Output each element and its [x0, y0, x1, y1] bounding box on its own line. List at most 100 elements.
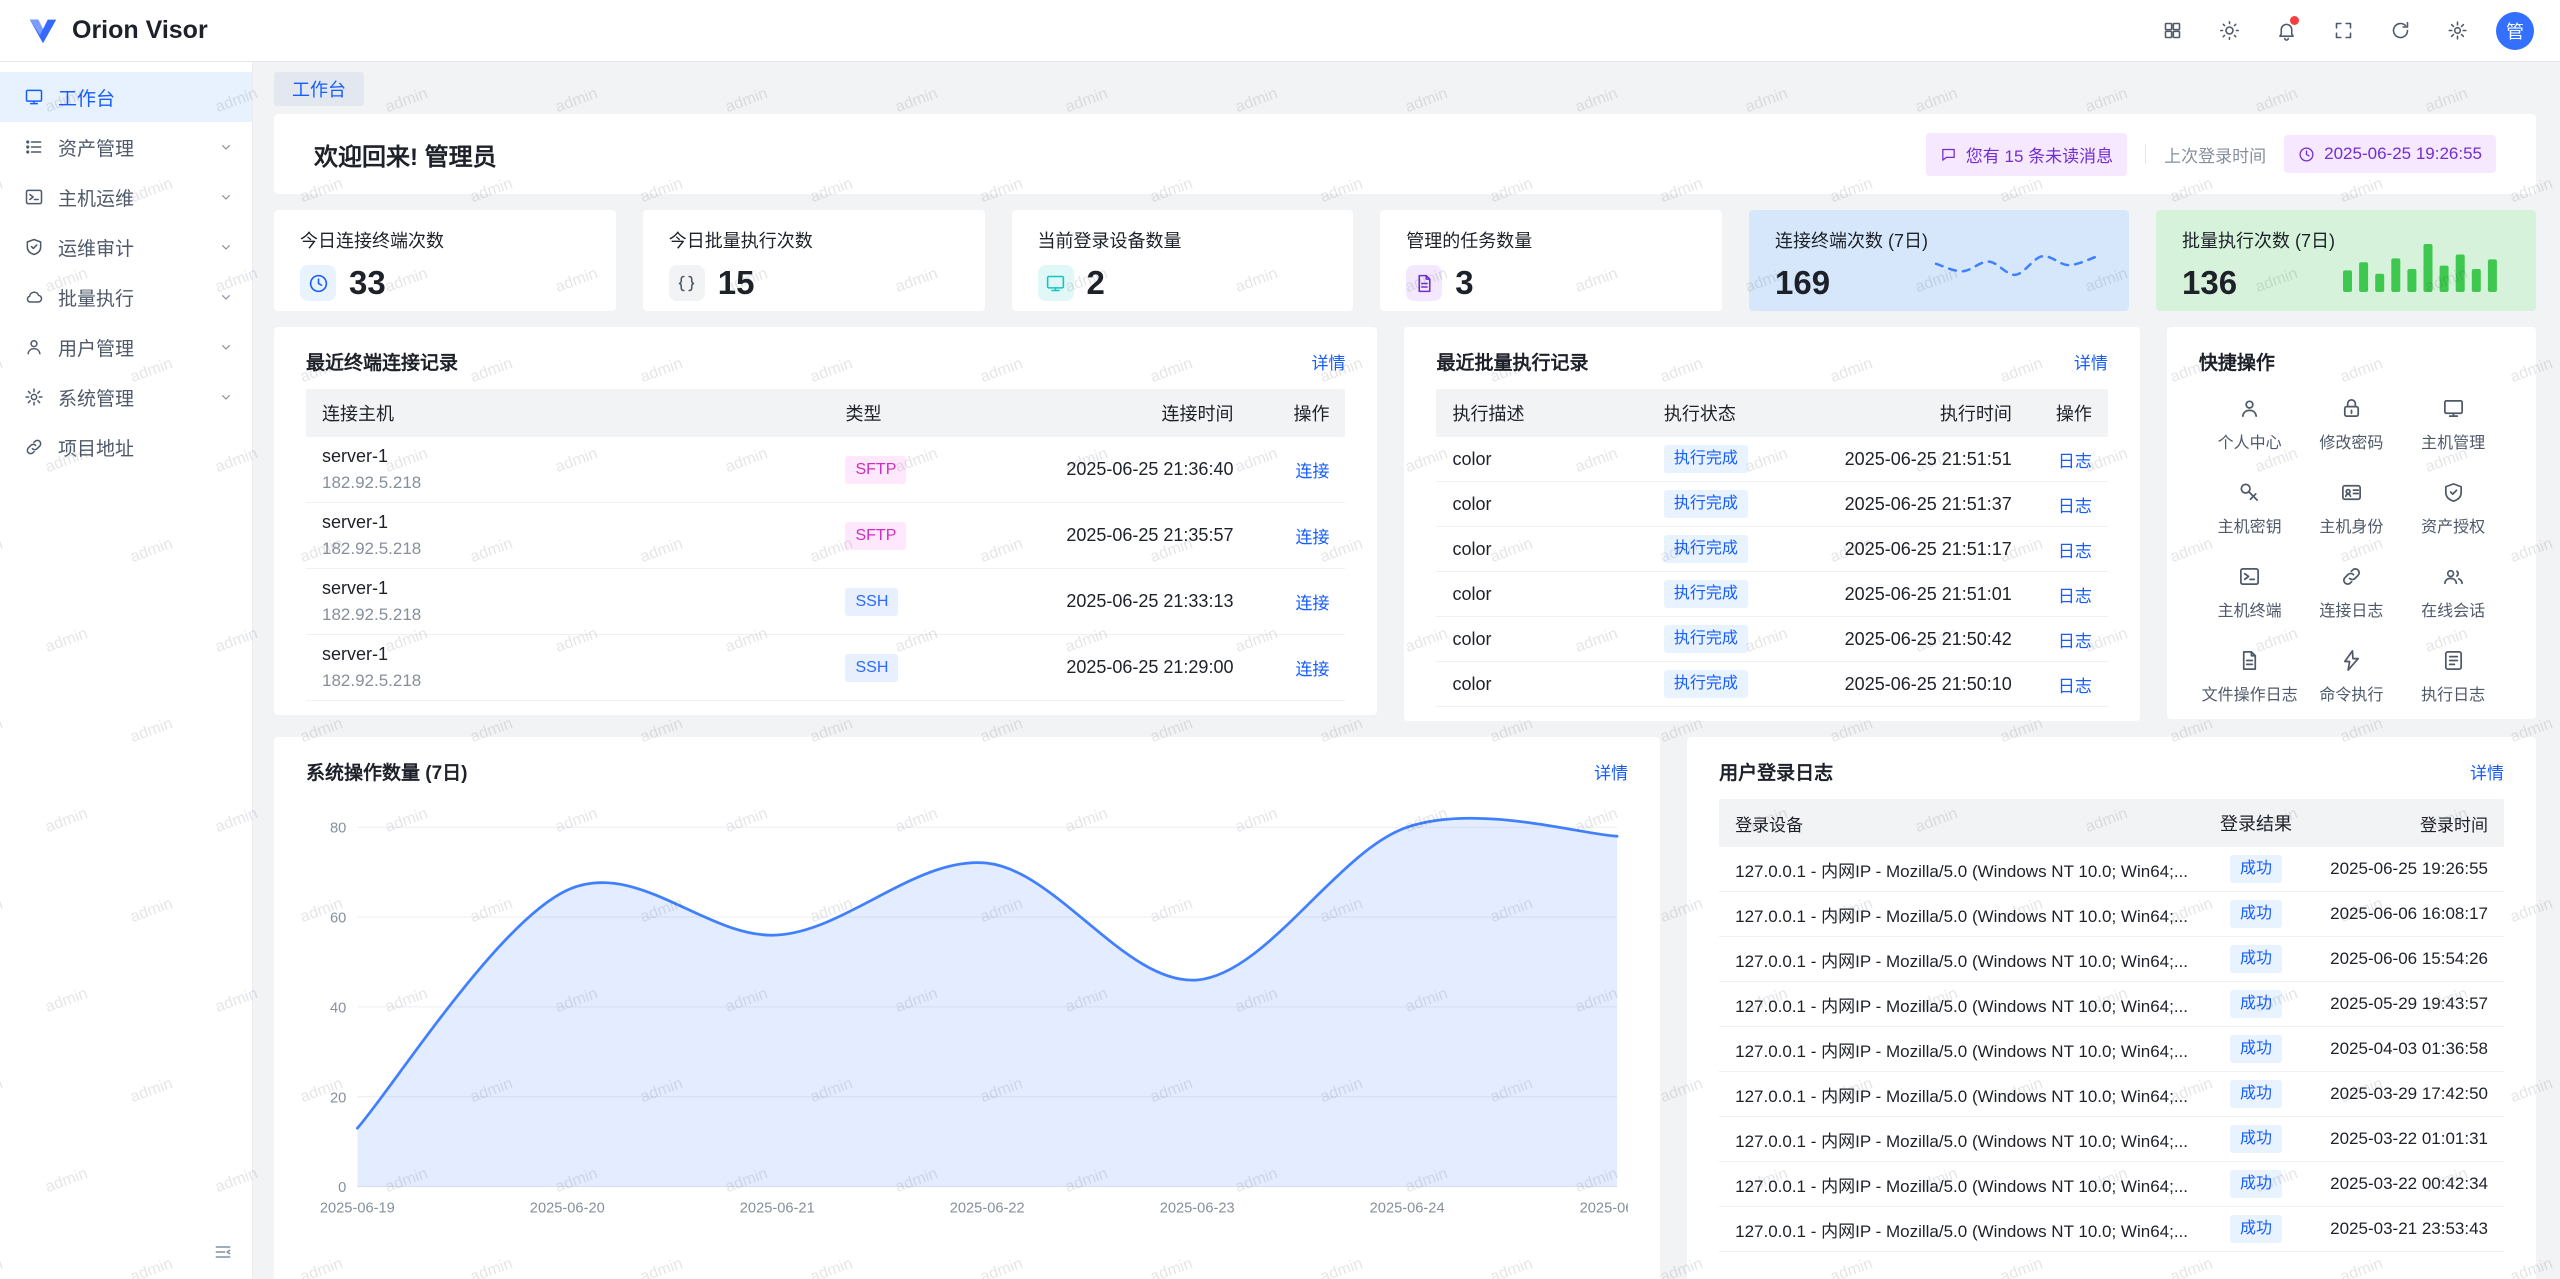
- quick-action-icon: [2238, 565, 2261, 588]
- sidebar-item-icon: [24, 437, 44, 457]
- operations-chart-detail-link[interactable]: 详情: [1594, 759, 1628, 784]
- terminal-7d-sparkline: [1928, 236, 2103, 294]
- svg-text:2025-06-24: 2025-06-24: [1370, 1200, 1445, 1216]
- app-title: Orion Visor: [72, 16, 208, 45]
- host-ip: 182.92.5.218: [322, 538, 813, 560]
- quick-action-label: 主机密钥: [2218, 513, 2282, 537]
- quick-actions-grid: 个人中心 修改密码 主机管理: [2199, 397, 2504, 705]
- stat-label: 管理的任务数量: [1406, 227, 1696, 253]
- last-login-label: 上次登录时间: [2164, 142, 2266, 167]
- exec-time: 2025-06-25 21:51:01: [1798, 584, 2028, 605]
- sidebar-item-icon: [24, 187, 44, 207]
- sidebar-item[interactable]: 工作台: [0, 72, 252, 122]
- connect-link[interactable]: 连接: [1295, 655, 1329, 680]
- notifications-button[interactable]: [2268, 13, 2304, 49]
- login-result-badge: 成功: [2230, 945, 2282, 973]
- log-link[interactable]: 日志: [2058, 447, 2092, 472]
- log-link[interactable]: 日志: [2058, 582, 2092, 607]
- quick-action-item[interactable]: 主机身份: [2301, 481, 2403, 537]
- terminal-records-detail-link[interactable]: 详情: [1311, 349, 1345, 374]
- login-logs-title: 用户登录日志: [1719, 758, 1833, 785]
- sidebar-item[interactable]: 用户管理: [0, 322, 252, 372]
- stat-card-terminal-today: 今日连接终端次数 33: [274, 210, 616, 311]
- batch-records-table: 执行描述 执行状态 执行时间 操作 color 执行完成 2025-06-25 …: [1436, 389, 2107, 707]
- login-logs-card: 用户登录日志 详情 登录设备 登录结果 登录时间 127.0.0.1 - 内网I…: [1687, 737, 2536, 1279]
- svg-text:20: 20: [330, 1090, 346, 1106]
- quick-action-item[interactable]: 主机管理: [2402, 397, 2504, 453]
- sidebar-item[interactable]: 运维审计: [0, 222, 252, 272]
- connect-link[interactable]: 连接: [1295, 457, 1329, 482]
- settings-button[interactable]: [2439, 13, 2475, 49]
- batch-records-detail-link[interactable]: 详情: [2074, 349, 2108, 374]
- quick-action-item[interactable]: 在线会话: [2402, 565, 2504, 621]
- exec-description: color: [1436, 449, 1647, 470]
- quick-action-label: 主机管理: [2421, 429, 2485, 453]
- sidebar-item[interactable]: 资产管理: [0, 122, 252, 172]
- terminal-records-card: 最近终端连接记录 详情 连接主机 类型 连接时间 操作: [274, 327, 1377, 715]
- quick-action-item[interactable]: 主机终端: [2199, 565, 2301, 621]
- log-link[interactable]: 日志: [2058, 492, 2092, 517]
- batch-record-row: color 执行完成 2025-06-25 21:51:17 日志: [1436, 527, 2107, 572]
- login-result-badge: 成功: [2230, 1215, 2282, 1243]
- refresh-button[interactable]: [2382, 13, 2418, 49]
- login-time: 2025-03-22 01:01:31: [2308, 1129, 2504, 1149]
- sidebar-item[interactable]: 项目地址: [0, 422, 252, 472]
- gear-icon: [2447, 20, 2468, 41]
- quick-action-icon: [2238, 649, 2261, 672]
- sidebar-item[interactable]: 批量执行: [0, 272, 252, 322]
- host-ip: 182.92.5.218: [322, 472, 813, 494]
- stat-label: 今日批量执行次数: [669, 227, 959, 253]
- quick-action-item[interactable]: 个人中心: [2199, 397, 2301, 453]
- login-time: 2025-06-25 19:26:55: [2308, 859, 2504, 879]
- collapse-menu-icon: [213, 1242, 233, 1262]
- quick-action-item[interactable]: 主机密钥: [2199, 481, 2301, 537]
- host-name: server-1: [322, 511, 813, 534]
- tab-workbench[interactable]: 工作台: [274, 72, 364, 106]
- log-link[interactable]: 日志: [2058, 672, 2092, 697]
- sidebar-collapse-button[interactable]: [208, 1237, 238, 1267]
- quick-action-item[interactable]: 修改密码: [2301, 397, 2403, 453]
- quick-action-label: 执行日志: [2421, 681, 2485, 705]
- connect-link[interactable]: 连接: [1295, 523, 1329, 548]
- quick-action-icon: [2442, 565, 2465, 588]
- login-device: 127.0.0.1 - 内网IP - Mozilla/5.0 (Windows …: [1719, 1082, 2204, 1107]
- exec-status-badge: 执行完成: [1664, 580, 1748, 608]
- theme-toggle-button[interactable]: [2211, 13, 2247, 49]
- log-link[interactable]: 日志: [2058, 627, 2092, 652]
- quick-action-label: 文件操作日志: [2202, 681, 2298, 705]
- user-avatar[interactable]: 管: [2496, 12, 2534, 50]
- apps-button[interactable]: [2154, 13, 2190, 49]
- sidebar-item[interactable]: 主机运维: [0, 172, 252, 222]
- login-device: 127.0.0.1 - 内网IP - Mozilla/5.0 (Windows …: [1719, 1217, 2204, 1242]
- chevron-down-icon: [218, 239, 234, 255]
- login-device: 127.0.0.1 - 内网IP - Mozilla/5.0 (Windows …: [1719, 857, 2204, 882]
- login-log-row: 127.0.0.1 - 内网IP - Mozilla/5.0 (Windows …: [1719, 982, 2504, 1027]
- login-time: 2025-05-29 19:43:57: [2308, 994, 2504, 1014]
- login-time: 2025-03-29 17:42:50: [2308, 1084, 2504, 1104]
- quick-action-item[interactable]: 连接日志: [2301, 565, 2403, 621]
- refresh-icon: [2390, 20, 2411, 41]
- sidebar-item-label: 运维审计: [58, 234, 134, 261]
- stat-card-batch-today: 今日批量执行次数 15: [643, 210, 985, 311]
- fullscreen-button[interactable]: [2325, 13, 2361, 49]
- quick-action-item[interactable]: 命令执行: [2301, 649, 2403, 705]
- sidebar-item-label: 资产管理: [58, 134, 134, 161]
- connect-link[interactable]: 连接: [1295, 589, 1329, 614]
- batch-record-row: color 执行完成 2025-06-25 21:50:10 日志: [1436, 662, 2107, 707]
- svg-text:2025-06-20: 2025-06-20: [530, 1200, 605, 1216]
- quick-action-item[interactable]: 执行日志: [2402, 649, 2504, 705]
- stat-card-tasks: 管理的任务数量 3: [1380, 210, 1722, 311]
- log-link[interactable]: 日志: [2058, 537, 2092, 562]
- sidebar-item[interactable]: 系统管理: [0, 372, 252, 422]
- terminal-record-row: server-1 182.92.5.218 SFTP 2025-06-25 21…: [306, 503, 1345, 569]
- protocol-badge: SFTP: [845, 522, 906, 550]
- chevron-down-icon: [218, 389, 234, 405]
- exec-description: color: [1436, 674, 1647, 695]
- quick-action-item[interactable]: 文件操作日志: [2199, 649, 2301, 705]
- quick-action-item[interactable]: 资产授权: [2402, 481, 2504, 537]
- login-logs-detail-link[interactable]: 详情: [2470, 759, 2504, 784]
- quick-actions-title: 快捷操作: [2199, 348, 2275, 375]
- unread-messages-badge[interactable]: 您有 15 条未读消息: [1926, 133, 2127, 176]
- login-time: 2025-06-06 15:54:26: [2308, 949, 2504, 969]
- divider: [2145, 144, 2146, 164]
